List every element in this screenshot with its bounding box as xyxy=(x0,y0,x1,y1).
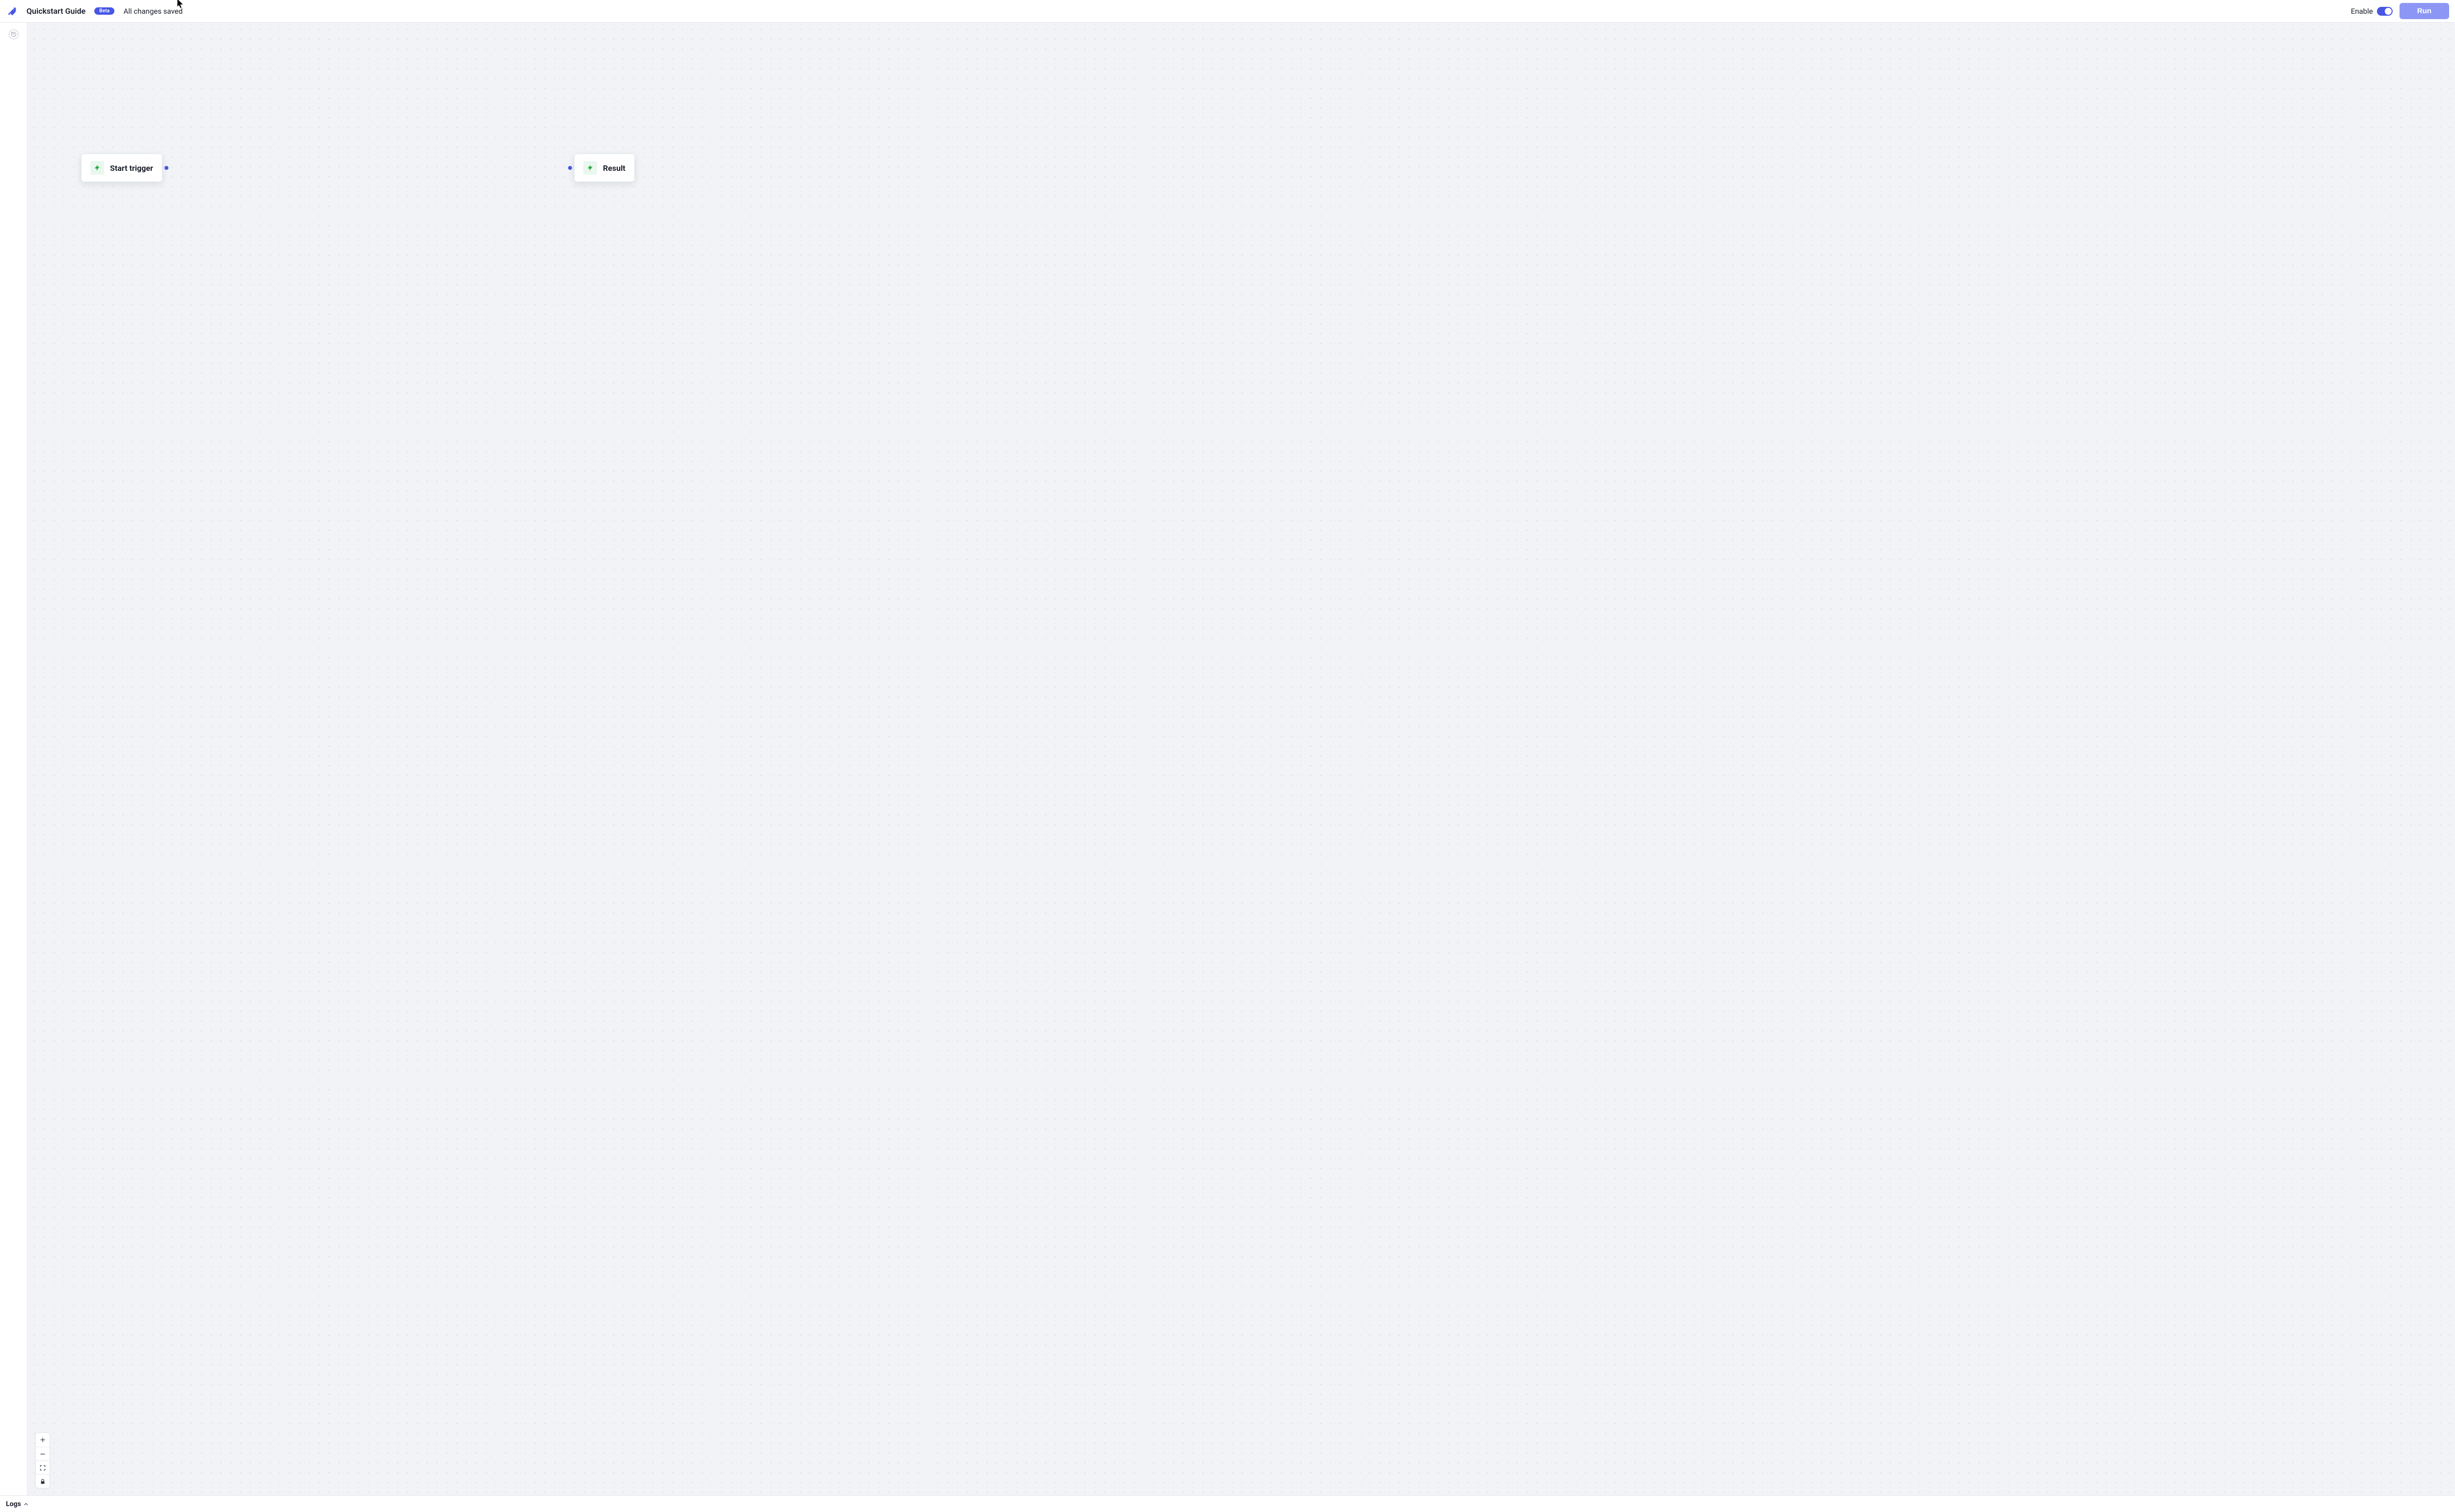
node-start-trigger[interactable]: Start trigger xyxy=(82,154,162,182)
enable-toggle[interactable] xyxy=(2377,7,2393,16)
bolt-icon xyxy=(583,161,597,175)
history-icon xyxy=(11,31,17,37)
node-input-port[interactable] xyxy=(568,166,572,170)
enable-group: Enable xyxy=(2351,7,2393,16)
save-status: All changes saved xyxy=(123,7,183,16)
minus-icon xyxy=(39,1451,46,1458)
node-label: Result xyxy=(603,163,626,173)
top-bar-right: Enable Run xyxy=(2351,3,2449,19)
logs-bar[interactable]: Logs xyxy=(0,1495,2455,1512)
bolt-icon xyxy=(90,161,104,175)
run-button[interactable]: Run xyxy=(2400,3,2449,19)
app-root: Quickstart Guide Beta All changes saved … xyxy=(0,0,2455,1512)
plus-icon xyxy=(39,1436,46,1443)
node-output-port[interactable] xyxy=(164,166,168,170)
page-title: Quickstart Guide xyxy=(27,6,85,16)
history-button[interactable] xyxy=(9,29,19,39)
workflow-canvas[interactable]: Start trigger Result xyxy=(27,23,2455,1495)
logs-label: Logs xyxy=(6,1500,21,1508)
side-rail xyxy=(0,23,27,1495)
lock-view-button[interactable] xyxy=(36,1474,50,1488)
fit-view-button[interactable] xyxy=(36,1460,50,1474)
maximize-icon xyxy=(39,1464,46,1471)
rocket-icon[interactable] xyxy=(7,6,18,17)
beta-badge: Beta xyxy=(94,7,114,15)
lock-icon xyxy=(39,1478,46,1485)
top-bar: Quickstart Guide Beta All changes saved … xyxy=(0,0,2455,23)
chevron-up-icon xyxy=(23,1501,29,1507)
node-label: Start trigger xyxy=(110,163,153,173)
enable-label: Enable xyxy=(2351,7,2373,16)
zoom-out-button[interactable] xyxy=(36,1447,50,1460)
main-region: Start trigger Result xyxy=(0,23,2455,1495)
zoom-in-button[interactable] xyxy=(36,1433,50,1447)
node-result[interactable]: Result xyxy=(574,154,634,182)
top-bar-left: Quickstart Guide Beta All changes saved xyxy=(7,6,2344,17)
zoom-panel xyxy=(35,1432,50,1488)
